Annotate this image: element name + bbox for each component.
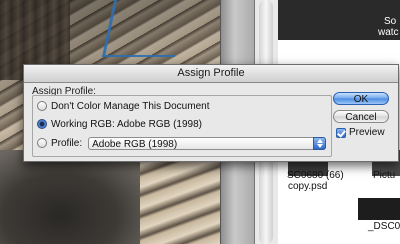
radio-button[interactable] [37, 101, 47, 111]
file-thumbnail[interactable] [358, 198, 400, 220]
wooden-crates [140, 155, 220, 244]
dialog-title: Assign Profile [24, 65, 398, 83]
blue-rope [101, 0, 188, 57]
select-arrows-icon[interactable] [313, 136, 327, 150]
file-label[interactable]: Pictu [373, 170, 395, 181]
radio-button[interactable] [37, 138, 47, 148]
file-label[interactable]: SC0680 (66) [287, 170, 344, 181]
assign-profile-dialog: Assign Profile Assign Profile: Don't Col… [23, 64, 399, 162]
file-label[interactable]: copy.psd [288, 181, 327, 192]
option-dont-color-manage[interactable]: Don't Color Manage This Document [37, 99, 209, 113]
desktop-label-2: watc [378, 27, 399, 38]
radio-button-selected[interactable] [37, 119, 47, 129]
option-label: Profile: [51, 137, 83, 149]
dark-object [0, 150, 150, 244]
option-label: Working RGB: Adobe RGB (1998) [51, 118, 202, 130]
preview-checkbox[interactable] [336, 127, 346, 138]
file-label[interactable]: _DSC06 [368, 221, 400, 232]
ok-button[interactable]: OK [333, 92, 389, 105]
preview-checkbox-row[interactable]: Preview [336, 127, 385, 138]
screen: So watc SC0680 (66) copy.psd Pictu _DSC0… [0, 0, 400, 244]
option-profile[interactable]: Profile: Adobe RGB (1998) [37, 136, 327, 150]
option-working-rgb[interactable]: Working RGB: Adobe RGB (1998) [37, 117, 202, 131]
profile-select[interactable]: Adobe RGB (1998) [88, 136, 327, 150]
profile-select-value: Adobe RGB (1998) [92, 138, 178, 150]
assign-profile-group: Don't Color Manage This Document Working… [32, 95, 332, 157]
cancel-button[interactable]: Cancel [333, 110, 389, 123]
option-label: Don't Color Manage This Document [51, 100, 210, 112]
preview-label: Preview [349, 127, 385, 138]
